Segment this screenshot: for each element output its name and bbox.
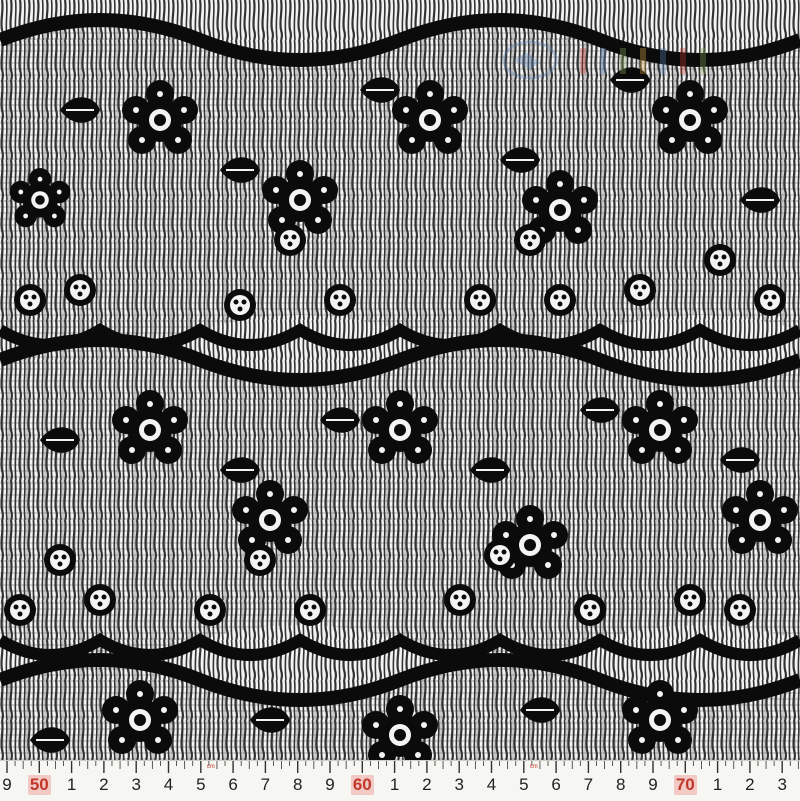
ruler-label: 1	[389, 775, 400, 794]
ruler-label: 1	[712, 775, 723, 794]
ruler-unit-mark: cm	[206, 764, 215, 770]
measuring-ruler: 9 50 1 2 3 4 5 cm 6 7 8 9 60 1 2 3 4 5 cm 6 7 8 9 70 1 2 3	[0, 760, 800, 801]
lace-fabric-photo	[0, 0, 800, 760]
ruler-label: 7	[583, 775, 594, 794]
ruler-label: 3	[777, 775, 787, 794]
ruler-label: 50	[27, 775, 51, 795]
ruler-label: 8	[292, 775, 303, 794]
ruler-label: 6	[551, 775, 561, 794]
ruler-label: 70	[673, 775, 697, 795]
ruler-label: 2	[422, 775, 432, 794]
ruler-label: 8	[615, 775, 626, 794]
ruler-label: 3	[454, 775, 464, 794]
ruler-label: 60	[350, 775, 374, 795]
lace-pattern	[0, 0, 800, 760]
ruler-label: 9	[325, 775, 335, 794]
ruler-label: 5	[519, 775, 529, 794]
ruler-label: 6	[228, 775, 238, 794]
ruler-label: 3	[131, 775, 141, 794]
ruler-label: 5	[196, 775, 206, 794]
ruler-label: 1	[66, 775, 77, 794]
ruler-label: 2	[99, 775, 109, 794]
ruler-label: 4	[163, 775, 174, 794]
ruler-label: 7	[260, 775, 271, 794]
ruler-label: 9	[2, 775, 12, 794]
ruler-label: 4	[486, 775, 497, 794]
ruler-label: 2	[745, 775, 755, 794]
logo-icon	[502, 40, 706, 80]
ruler-label: 9	[648, 775, 658, 794]
ruler-unit-mark: cm	[529, 764, 538, 770]
